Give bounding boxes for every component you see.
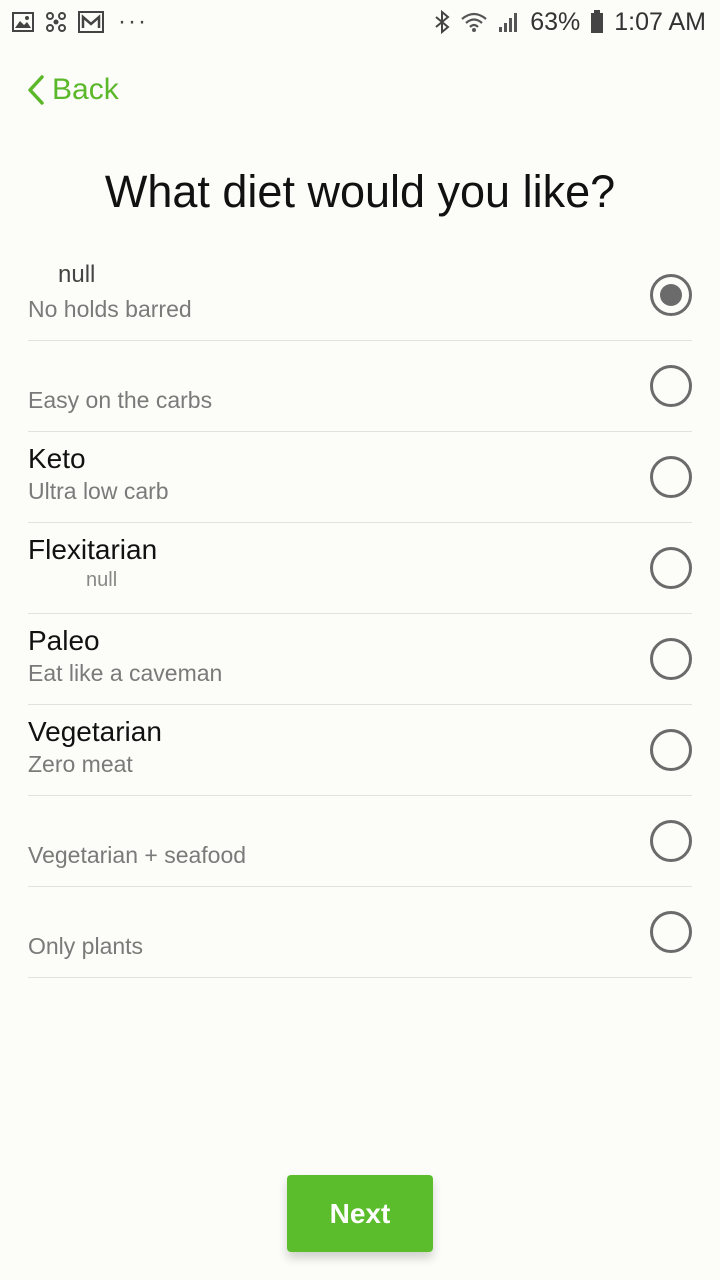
diet-option[interactable]: Flexitarian null bbox=[28, 523, 692, 614]
back-label: Back bbox=[52, 73, 119, 106]
radio-selected[interactable] bbox=[650, 274, 692, 316]
diet-option-desc: null bbox=[86, 569, 118, 591]
share-icon bbox=[44, 11, 68, 33]
diet-option[interactable]: Paleo Eat like a caveman bbox=[28, 614, 692, 705]
status-bar: ··· 63% 1:07 AM bbox=[0, 0, 720, 44]
diet-options-list: null No holds barred Easy on the carbs K… bbox=[28, 250, 692, 978]
diet-option-desc: Zero meat bbox=[28, 751, 133, 777]
diet-option-desc: Vegetarian + seafood bbox=[28, 842, 247, 868]
diet-option[interactable]: Only plants bbox=[28, 887, 692, 978]
radio-button[interactable] bbox=[650, 365, 692, 407]
diet-option-desc: Only plants bbox=[28, 933, 144, 959]
status-time: 1:07 AM bbox=[614, 7, 706, 36]
diet-selection-screen: ··· 63% 1:07 AM Back What diet would you… bbox=[0, 0, 720, 1280]
back-button[interactable]: Back bbox=[26, 70, 119, 110]
wifi-icon bbox=[460, 11, 488, 33]
diet-option-desc: No holds barred bbox=[28, 296, 192, 322]
diet-option-name: Vegetarian bbox=[28, 716, 162, 747]
diet-option[interactable]: null No holds barred bbox=[28, 250, 692, 341]
overflow-dots: ··· bbox=[118, 8, 148, 35]
diet-option[interactable]: Easy on the carbs bbox=[28, 341, 692, 432]
battery-icon bbox=[590, 10, 604, 34]
battery-percent: 63% bbox=[530, 7, 581, 36]
next-button[interactable]: Next bbox=[287, 1175, 433, 1252]
diet-option[interactable]: Vegetarian + seafood bbox=[28, 796, 692, 887]
page-title: What diet would you like? bbox=[104, 166, 616, 217]
diet-option-desc: Ultra low carb bbox=[28, 478, 169, 504]
diet-option[interactable]: Vegetarian Zero meat bbox=[28, 705, 692, 796]
radio-button[interactable] bbox=[650, 729, 692, 771]
radio-button[interactable] bbox=[650, 638, 692, 680]
bluetooth-icon bbox=[434, 10, 450, 34]
diet-option-desc: Eat like a caveman bbox=[28, 660, 223, 686]
diet-option-desc: Easy on the carbs bbox=[28, 387, 213, 413]
diet-option-name: Flexitarian bbox=[28, 534, 158, 565]
radio-button[interactable] bbox=[650, 911, 692, 953]
radio-button[interactable] bbox=[650, 547, 692, 589]
image-icon bbox=[12, 12, 34, 32]
radio-button[interactable] bbox=[650, 456, 692, 498]
signal-icon bbox=[498, 11, 520, 33]
diet-option-name: Paleo bbox=[28, 625, 100, 656]
diet-option[interactable]: Keto Ultra low carb bbox=[28, 432, 692, 523]
chevron-left-icon bbox=[26, 74, 46, 106]
status-bar-left: ··· bbox=[12, 8, 148, 36]
status-bar-right: 63% 1:07 AM bbox=[434, 8, 706, 37]
diet-option-name: null bbox=[58, 261, 96, 288]
mail-icon bbox=[78, 11, 104, 33]
radio-button[interactable] bbox=[650, 820, 692, 862]
diet-option-name: Keto bbox=[28, 443, 86, 474]
